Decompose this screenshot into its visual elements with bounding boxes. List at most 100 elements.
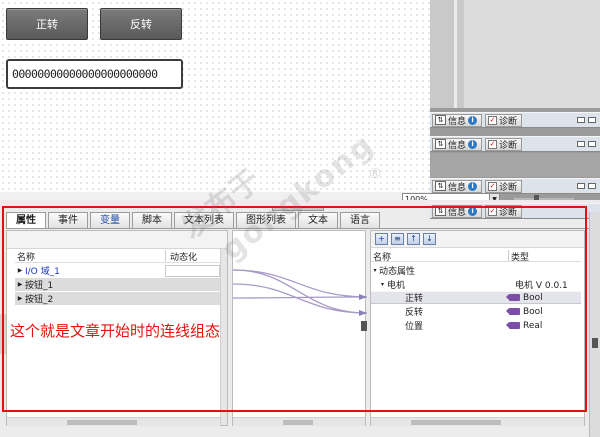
right-side-taskbar: [589, 212, 600, 437]
diag-tab[interactable]: ✓ 诊断: [485, 204, 523, 218]
collapse-arrow-icon[interactable]: ▾: [371, 267, 379, 274]
prop-row-forward[interactable]: 正转 Bool: [371, 291, 581, 304]
window-controls[interactable]: [577, 141, 600, 147]
prop-type: Bool: [523, 292, 543, 303]
move-up-icon[interactable]: ↑: [407, 233, 420, 245]
connection-lines: [227, 269, 368, 331]
prop-name: 正转: [405, 294, 424, 304]
window-controls[interactable]: [577, 117, 600, 123]
restore-icon[interactable]: [577, 183, 585, 189]
diag-tab[interactable]: ✓ 诊断: [485, 113, 523, 127]
collapse-arrow-icon[interactable]: ▾: [371, 281, 387, 288]
annotation-text: 这个就是文章开始时的连线组态: [10, 322, 221, 340]
left-edge-tab[interactable]: [0, 314, 6, 354]
diag-label: 诊断: [499, 207, 518, 218]
collapse-handle[interactable]: [592, 338, 598, 348]
tree-item-label: 按钮_1: [25, 281, 54, 291]
diagnostics-icon: ✓: [488, 115, 498, 125]
scroll-thumb[interactable]: [283, 420, 313, 425]
tree-row-button-1[interactable]: ▶ 按钮_1: [15, 278, 220, 291]
close-icon[interactable]: [588, 183, 596, 189]
prop-name: 反转: [405, 308, 424, 318]
info-tab[interactable]: ⇅ 信息 i: [432, 179, 483, 193]
expand-arrow-icon[interactable]: ▶: [15, 295, 25, 302]
info-tab[interactable]: ⇅ 信息 i: [432, 204, 483, 218]
expand-arrow-icon[interactable]: ▶: [15, 267, 25, 274]
info-icon: i: [468, 139, 478, 149]
window-controls[interactable]: [577, 183, 600, 189]
col-dynamic-header[interactable]: 动态化: [165, 250, 197, 263]
col-type-header[interactable]: 类型: [508, 250, 529, 263]
diagnostics-icon: ✓: [488, 206, 498, 216]
left-horizontal-scrollbar[interactable]: [7, 417, 220, 426]
diag-label: 诊断: [499, 182, 518, 193]
tag-icon: [506, 322, 520, 329]
arrows-icon: ⇅: [435, 181, 446, 191]
col-name-header[interactable]: 名称: [371, 250, 508, 263]
info-label: 信息: [448, 182, 467, 193]
tree-row-io-field[interactable]: ▶ I/O 域_1: [15, 264, 220, 277]
tag-icon: [506, 294, 520, 301]
left-grid-header: 名称 动态化: [15, 250, 220, 263]
prop-type: Bool: [523, 306, 543, 317]
info-bar-3: ⇅ 信息 i ✓ 诊断: [430, 178, 600, 194]
dynamic-cell[interactable]: [165, 264, 220, 277]
edit-property-icon[interactable]: ≡: [391, 233, 404, 245]
scroll-thumb[interactable]: [411, 420, 501, 425]
motor-label: 电机: [387, 281, 406, 291]
close-icon[interactable]: [588, 141, 596, 147]
tag-icon: [506, 308, 520, 315]
diag-tab[interactable]: ✓ 诊断: [485, 179, 523, 193]
tab-scripts[interactable]: 脚本: [132, 212, 172, 228]
move-down-icon[interactable]: ↓: [423, 233, 436, 245]
tab-properties[interactable]: 属性: [6, 212, 46, 229]
add-property-icon[interactable]: +: [375, 233, 388, 245]
info-icon: i: [468, 206, 478, 216]
restore-icon[interactable]: [577, 141, 585, 147]
tab-languages[interactable]: 语言: [340, 212, 380, 228]
motor-row[interactable]: ▾ 电机 电机 V 0.0.1: [371, 278, 581, 291]
io-field[interactable]: 00000000000000000000000: [6, 59, 183, 89]
arrows-icon: ⇅: [435, 115, 446, 125]
dock-gap: [430, 153, 600, 177]
forward-button[interactable]: 正转: [6, 8, 88, 40]
reverse-button[interactable]: 反转: [100, 8, 182, 40]
info-bar-1: ⇅ 信息 i ✓ 诊断: [430, 112, 600, 128]
info-label: 信息: [448, 207, 467, 218]
diag-tab[interactable]: ✓ 诊断: [485, 137, 523, 151]
arrows-icon: ⇅: [435, 139, 446, 149]
group-row-dynamic-properties[interactable]: ▾ 动态属性: [371, 264, 581, 277]
close-icon[interactable]: [588, 117, 596, 123]
col-name-header[interactable]: 名称: [15, 250, 165, 263]
left-vertical-scrollbar[interactable]: [220, 249, 227, 425]
right-grid-header: 名称 类型: [371, 250, 581, 263]
tab-tags[interactable]: 变量: [90, 212, 130, 228]
dynamic-properties-pane: + ≡ ↑ ↓ 名称 类型 ▾ 动态属性 ▾ 电机 电机 V 0.0.1 正转 …: [370, 230, 585, 426]
arrows-icon: ⇅: [435, 206, 446, 216]
tree-item-label: 按钮_2: [25, 295, 54, 305]
diagnostics-icon: ✓: [488, 139, 498, 149]
info-tab[interactable]: ⇅ 信息 i: [432, 113, 483, 127]
prop-name: 位置: [405, 322, 424, 332]
info-label: 信息: [448, 140, 467, 151]
info-tab[interactable]: ⇅ 信息 i: [432, 137, 483, 151]
watermark-registered-mark: ®: [368, 166, 382, 182]
right-horizontal-scrollbar[interactable]: [371, 417, 584, 426]
tab-events[interactable]: 事件: [48, 212, 88, 228]
connector-horizontal-scrollbar[interactable]: [233, 417, 365, 426]
inspector-window: ⇅ 信息 i ✓ 诊断 属性 事件 变量 脚本 文本列表 图形列表 文本 语言 名称 …: [0, 200, 600, 437]
diag-label: 诊断: [499, 140, 518, 151]
dock-top-strip: [430, 0, 600, 108]
group-label: 动态属性: [379, 267, 416, 277]
info-icon: i: [468, 115, 478, 125]
prop-row-reverse[interactable]: 反转 Bool: [371, 305, 581, 319]
restore-icon[interactable]: [577, 117, 585, 123]
diag-label: 诊断: [499, 116, 518, 127]
tree-row-button-2[interactable]: ▶ 按钮_2: [15, 292, 220, 305]
info-icon: i: [468, 181, 478, 191]
scroll-thumb[interactable]: [67, 420, 137, 425]
prop-row-position[interactable]: 位置 Real: [371, 319, 581, 333]
expand-arrow-icon[interactable]: ▶: [15, 281, 25, 288]
right-pane-toolbar: + ≡ ↑ ↓: [371, 231, 584, 248]
info-bar-2: ⇅ 信息 i ✓ 诊断: [430, 136, 600, 152]
